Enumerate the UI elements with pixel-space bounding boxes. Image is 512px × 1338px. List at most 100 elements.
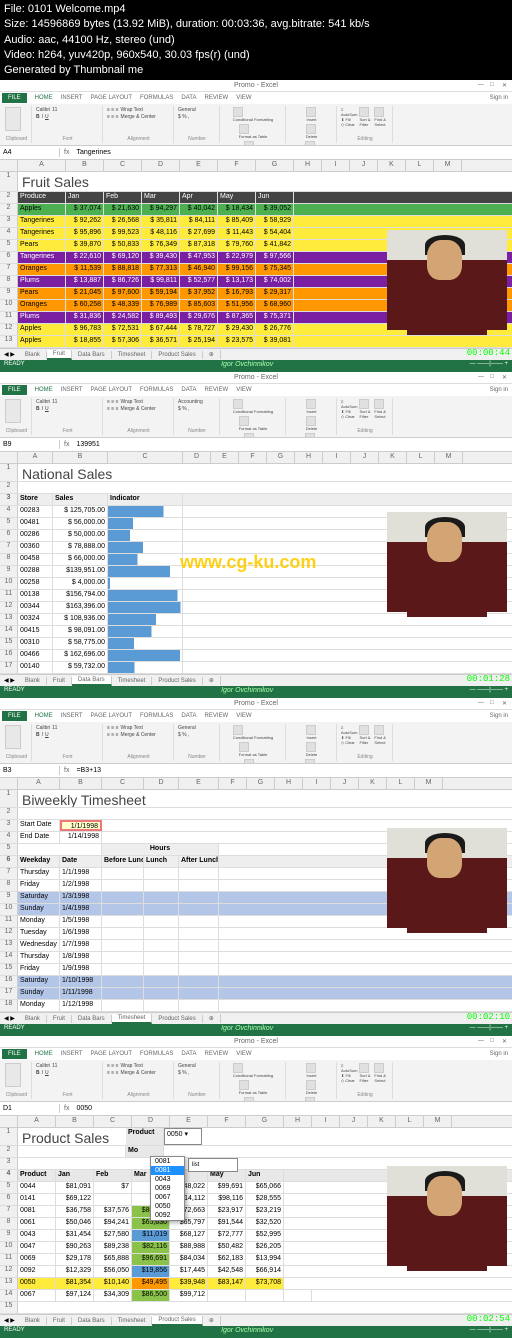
- cell[interactable]: 1/3/1998: [60, 892, 102, 903]
- cell[interactable]: 00283: [18, 506, 53, 517]
- cell[interactable]: $ 47,953: [180, 252, 218, 263]
- zoom-controls[interactable]: — ——|—— +: [470, 1025, 508, 1035]
- cell[interactable]: $49,495: [132, 1278, 170, 1289]
- dropdown-item[interactable]: 0081: [151, 1157, 184, 1166]
- font-size-select[interactable]: 11: [52, 725, 57, 731]
- cell[interactable]: $139,951.00: [53, 566, 108, 577]
- cell[interactable]: $37,576: [94, 1206, 132, 1217]
- cell[interactable]: $50,046: [56, 1218, 94, 1229]
- cell[interactable]: $82,116: [132, 1242, 170, 1253]
- cell[interactable]: $ 76,989: [142, 300, 180, 311]
- table-row[interactable]: 14Thursday1/8/1998: [0, 952, 512, 964]
- cell[interactable]: Thursday: [18, 952, 60, 963]
- cell[interactable]: Monday: [18, 1000, 60, 1011]
- menu-item-insert[interactable]: INSERT: [61, 1051, 83, 1057]
- cell[interactable]: Tangerines: [18, 216, 66, 227]
- table-row[interactable]: 17 00140 $ 59,732.00: [0, 662, 512, 674]
- wrap-text-button[interactable]: Wrap Text: [121, 107, 143, 113]
- sort-filter-icon[interactable]: [359, 107, 369, 117]
- menu-item-formulas[interactable]: FORMULAS: [140, 713, 173, 719]
- name-box[interactable]: B9: [0, 440, 60, 449]
- formula-input[interactable]: 139951: [73, 440, 512, 449]
- sheet-tab-fruit[interactable]: Fruit: [47, 350, 72, 360]
- cell[interactable]: [179, 952, 219, 963]
- col-header-I[interactable]: I: [312, 1116, 340, 1127]
- data-bar-cell[interactable]: [108, 614, 183, 625]
- cell[interactable]: $13,994: [246, 1254, 284, 1265]
- number-format-select[interactable]: Accounting: [178, 399, 216, 405]
- cell[interactable]: $ 94,297: [142, 204, 180, 215]
- font-size-select[interactable]: 11: [52, 107, 57, 113]
- sheet-tab-fruit[interactable]: Fruit: [47, 1015, 72, 1023]
- paste-icon[interactable]: [5, 1063, 21, 1087]
- cell[interactable]: $ 58,775.00: [53, 638, 108, 649]
- cell[interactable]: $ 13,887: [66, 276, 104, 287]
- menu-item-page-layout[interactable]: PAGE LAYOUT: [91, 387, 132, 393]
- cell[interactable]: $97,124: [56, 1290, 94, 1301]
- fx-icon[interactable]: fx: [60, 1105, 73, 1112]
- col-header-L[interactable]: L: [396, 1116, 424, 1127]
- sheet-nav-icon[interactable]: ◀ ▶: [0, 1317, 19, 1324]
- maximize-button[interactable]: □: [490, 374, 498, 382]
- file-menu[interactable]: FILE: [2, 1049, 27, 1059]
- cell[interactable]: $7: [94, 1182, 132, 1193]
- sort-filter-icon[interactable]: [359, 399, 369, 409]
- cell[interactable]: 00140: [18, 662, 53, 673]
- dropdown-item[interactable]: 0050: [151, 1202, 184, 1211]
- col-header-J[interactable]: J: [331, 778, 359, 789]
- sheet-tab-timesheet[interactable]: Timesheet: [112, 351, 153, 359]
- cell[interactable]: $23,917: [208, 1206, 246, 1217]
- cell[interactable]: [179, 928, 219, 939]
- cell[interactable]: $99,712: [170, 1290, 208, 1301]
- col-header-C[interactable]: C: [104, 160, 142, 171]
- cell[interactable]: 00258: [18, 578, 53, 589]
- cell[interactable]: 1/8/1998: [60, 952, 102, 963]
- paste-icon[interactable]: [5, 399, 21, 423]
- col-header-H[interactable]: H: [295, 452, 323, 463]
- menu-item-view[interactable]: VIEW: [236, 1051, 251, 1057]
- cell[interactable]: 0061: [18, 1218, 56, 1229]
- menu-item-home[interactable]: HOME: [35, 95, 53, 101]
- cell[interactable]: $ 26,568: [104, 216, 142, 227]
- cell[interactable]: $ 92,262: [66, 216, 104, 227]
- font-name-select[interactable]: Calibri: [36, 107, 50, 113]
- data-bar-cell[interactable]: [108, 662, 183, 673]
- formula-input[interactable]: Tangerines: [73, 148, 512, 157]
- cell[interactable]: [102, 880, 144, 891]
- cell[interactable]: $ 52,577: [180, 276, 218, 287]
- cell[interactable]: [144, 1000, 179, 1011]
- cell[interactable]: 00288: [18, 566, 53, 577]
- wrap-text-button[interactable]: Wrap Text: [121, 725, 143, 731]
- cell[interactable]: $28,555: [246, 1194, 284, 1205]
- cell[interactable]: $ 11,443: [218, 228, 256, 239]
- cell[interactable]: $ 59,194: [142, 288, 180, 299]
- cell[interactable]: $ 11,539: [66, 264, 104, 275]
- cell[interactable]: [102, 988, 144, 999]
- sheet-tab-timesheet[interactable]: Timesheet: [112, 1317, 153, 1325]
- col-header-L[interactable]: L: [406, 160, 434, 171]
- cell[interactable]: $27,580: [94, 1230, 132, 1241]
- cell[interactable]: $34,309: [94, 1290, 132, 1301]
- table-row[interactable]: 16 00466 $ 162,696.00: [0, 650, 512, 662]
- sheet-tab-timesheet[interactable]: Timesheet: [112, 1014, 153, 1024]
- cell[interactable]: $ 21,630: [104, 204, 142, 215]
- cell[interactable]: [179, 916, 219, 927]
- cell[interactable]: $ 18,434: [218, 204, 256, 215]
- col-header-B[interactable]: B: [60, 778, 102, 789]
- cell[interactable]: [179, 880, 219, 891]
- cell[interactable]: [144, 976, 179, 987]
- cell[interactable]: $ 16,793: [218, 288, 256, 299]
- cell[interactable]: $73,708: [246, 1278, 284, 1289]
- cell[interactable]: $ 77,313: [142, 264, 180, 275]
- cell[interactable]: 00466: [18, 650, 53, 661]
- col-header-I[interactable]: I: [303, 778, 331, 789]
- col-header-J[interactable]: J: [350, 160, 378, 171]
- cell[interactable]: $96,691: [132, 1254, 170, 1265]
- cell[interactable]: $ 60,258: [66, 300, 104, 311]
- cell[interactable]: Oranges: [18, 264, 66, 275]
- cell[interactable]: 0067: [18, 1290, 56, 1301]
- cell[interactable]: $ 36,571: [142, 336, 180, 347]
- cell[interactable]: $ 56,000.00: [53, 518, 108, 529]
- cell[interactable]: $91,544: [208, 1218, 246, 1229]
- cell[interactable]: $ 66,000.00: [53, 554, 108, 565]
